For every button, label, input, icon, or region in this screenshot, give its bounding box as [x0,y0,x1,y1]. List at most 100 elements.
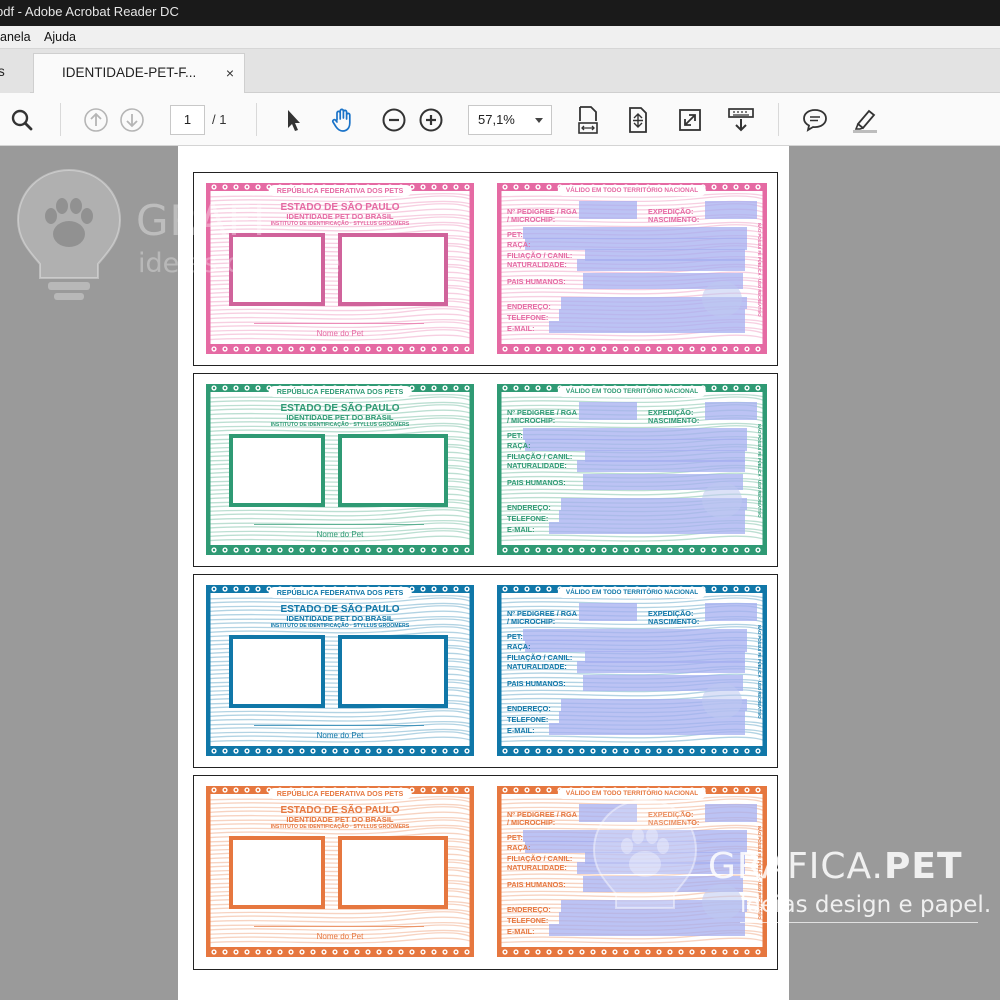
photo-frame-left [229,635,325,708]
page-total: / 1 [212,112,227,127]
select-pointer-icon[interactable] [280,105,306,135]
field-label-pet: PET: [507,833,523,842]
id-card-back: VÁLIDO EM TODO TERRITÓRIO NACIONAL Nº PED… [497,384,767,555]
photo-frame-right [338,434,448,507]
zoom-select[interactable]: 57,1% [468,105,552,135]
card-name-label: Nome do Pet [316,932,364,941]
card-identity: IDENTIDADE PET DO BRASIL [286,614,394,623]
chevron-down-icon [535,118,543,123]
tab-close-icon[interactable]: × [226,54,234,92]
bulb-paw-logo-icon [16,168,122,300]
card-seal-icon [702,884,742,920]
field-label-pais: PAIS HUMANOS: [507,880,566,889]
id-card-front: REPÚBLICA FEDERATIVA DOS PETS ESTADO DE S… [206,183,474,354]
document-viewer[interactable]: REPÚBLICA FEDERATIVA DOS PETS ESTADO DE S… [0,146,1000,1000]
card-institute: INSTITUTO DE IDENTIFICAÇÃO · STYLLUS GRO… [270,824,410,830]
card-row: REPÚBLICA FEDERATIVA DOS PETS ESTADO DE S… [193,775,778,970]
signature-line [254,524,424,525]
field-label-pais: PAIS HUMANOS: [507,277,566,286]
card-seal-icon [702,683,742,719]
redacted-field [705,603,757,621]
field-label-pais: PAIS HUMANOS: [507,478,566,487]
toolbar-separator [60,103,61,136]
toolbar: 1 / 1 57,1% [0,93,1000,146]
menu-janela[interactable]: anela [0,26,31,48]
full-screen-icon[interactable] [676,105,704,135]
arrow-up-icon[interactable] [82,105,110,135]
redacted-field [577,259,745,271]
field-label-endereco: ENDEREÇO: [507,905,551,914]
field-label-email: E-MAIL: [507,525,535,534]
zoom-value: 57,1% [478,112,515,127]
redacted-field [579,402,637,420]
menu-ajuda[interactable]: Ajuda [44,26,76,48]
field-label-microchip: / MICROCHIP: [507,215,556,224]
redacted-field [705,804,757,822]
signature-line [254,725,424,726]
field-label-email: E-MAIL: [507,726,535,735]
id-card-front: REPÚBLICA FEDERATIVA DOS PETS ESTADO DE S… [206,786,474,957]
redacted-field [579,603,637,621]
redacted-field [705,201,757,219]
tab-bar: s IDENTIDADE-PET-F... × [0,49,1000,93]
tab-document-label: IDENTIDADE-PET-F... [62,65,197,80]
card-back-banner: VÁLIDO EM TODO TERRITÓRIO NACIONAL [557,386,707,397]
photo-frame-right [338,233,448,306]
field-label-pais: PAIS HUMANOS: [507,679,566,688]
card-vertical-note: NÃO POSSUI FÉ PÚBLICA · USO RECREATIVO [757,223,762,317]
field-label-telefone: TELEFONE: [507,514,549,523]
field-label-telefone: TELEFONE: [507,916,549,925]
card-institute: INSTITUTO DE IDENTIFICAÇÃO · STYLLUS GRO… [270,623,410,629]
card-identity: IDENTIDADE PET DO BRASIL [286,413,394,422]
toolbar-separator [778,103,779,136]
id-card-front: REPÚBLICA FEDERATIVA DOS PETS ESTADO DE S… [206,384,474,555]
full-page-icon[interactable] [624,105,652,135]
tab-previous[interactable]: s [0,53,30,93]
card-row: REPÚBLICA FEDERATIVA DOS PETS ESTADO DE S… [193,373,778,567]
field-label-filiacao: FILIAÇÃO / CANIL: [507,854,573,863]
highlighter-icon[interactable] [850,105,880,135]
redacted-field [549,522,745,534]
photo-frame-left [229,233,325,306]
field-label-pet: PET: [507,230,523,239]
page-number-input[interactable]: 1 [170,105,205,135]
card-banner: REPÚBLICA FEDERATIVA DOS PETS [268,386,412,397]
field-label-filiacao: FILIAÇÃO / CANIL: [507,452,573,461]
card-banner: REPÚBLICA FEDERATIVA DOS PETS [268,587,412,598]
card-institute: INSTITUTO DE IDENTIFICAÇÃO · STYLLUS GRO… [270,221,410,227]
field-label-raca: RAÇA: [507,240,531,249]
photo-frame-left [229,434,325,507]
menu-bar: anela Ajuda [0,26,1000,49]
search-icon[interactable] [8,105,36,135]
fit-width-icon[interactable] [574,105,602,135]
window-titlebar: pdf - Adobe Acrobat Reader DC [0,0,1000,26]
card-identity: IDENTIDADE PET DO BRASIL [286,815,394,824]
photo-frame-right [338,635,448,708]
field-label-raca: RAÇA: [507,843,531,852]
comment-icon[interactable] [801,105,829,135]
redacted-field [549,924,745,936]
signature-line [254,323,424,324]
id-card-back: VÁLIDO EM TODO TERRITÓRIO NACIONAL Nº PED… [497,585,767,756]
field-label-email: E-MAIL: [507,927,535,936]
field-label-nascimento: NASCIMENTO: [648,818,700,827]
redacted-field [579,201,637,219]
arrow-down-icon[interactable] [118,105,146,135]
zoom-out-icon[interactable] [380,105,408,135]
field-label-telefone: TELEFONE: [507,313,549,322]
card-name-label: Nome do Pet [316,530,364,539]
hand-tool-icon[interactable] [328,105,358,135]
card-name-label: Nome do Pet [316,731,364,740]
card-institute: INSTITUTO DE IDENTIFICAÇÃO · STYLLUS GRO… [270,422,410,428]
field-label-microchip: / MICROCHIP: [507,416,556,425]
read-mode-icon[interactable] [726,105,756,135]
field-label-email: E-MAIL: [507,324,535,333]
field-label-raca: RAÇA: [507,642,531,651]
zoom-in-icon[interactable] [417,105,445,135]
tab-document[interactable]: IDENTIDADE-PET-F... × [33,53,245,93]
card-name-label: Nome do Pet [316,329,364,338]
card-seal-icon [702,482,742,518]
field-label-raca: RAÇA: [507,441,531,450]
field-label-naturalidade: NATURALIDADE: [507,662,567,671]
id-card-front: REPÚBLICA FEDERATIVA DOS PETS ESTADO DE S… [206,585,474,756]
